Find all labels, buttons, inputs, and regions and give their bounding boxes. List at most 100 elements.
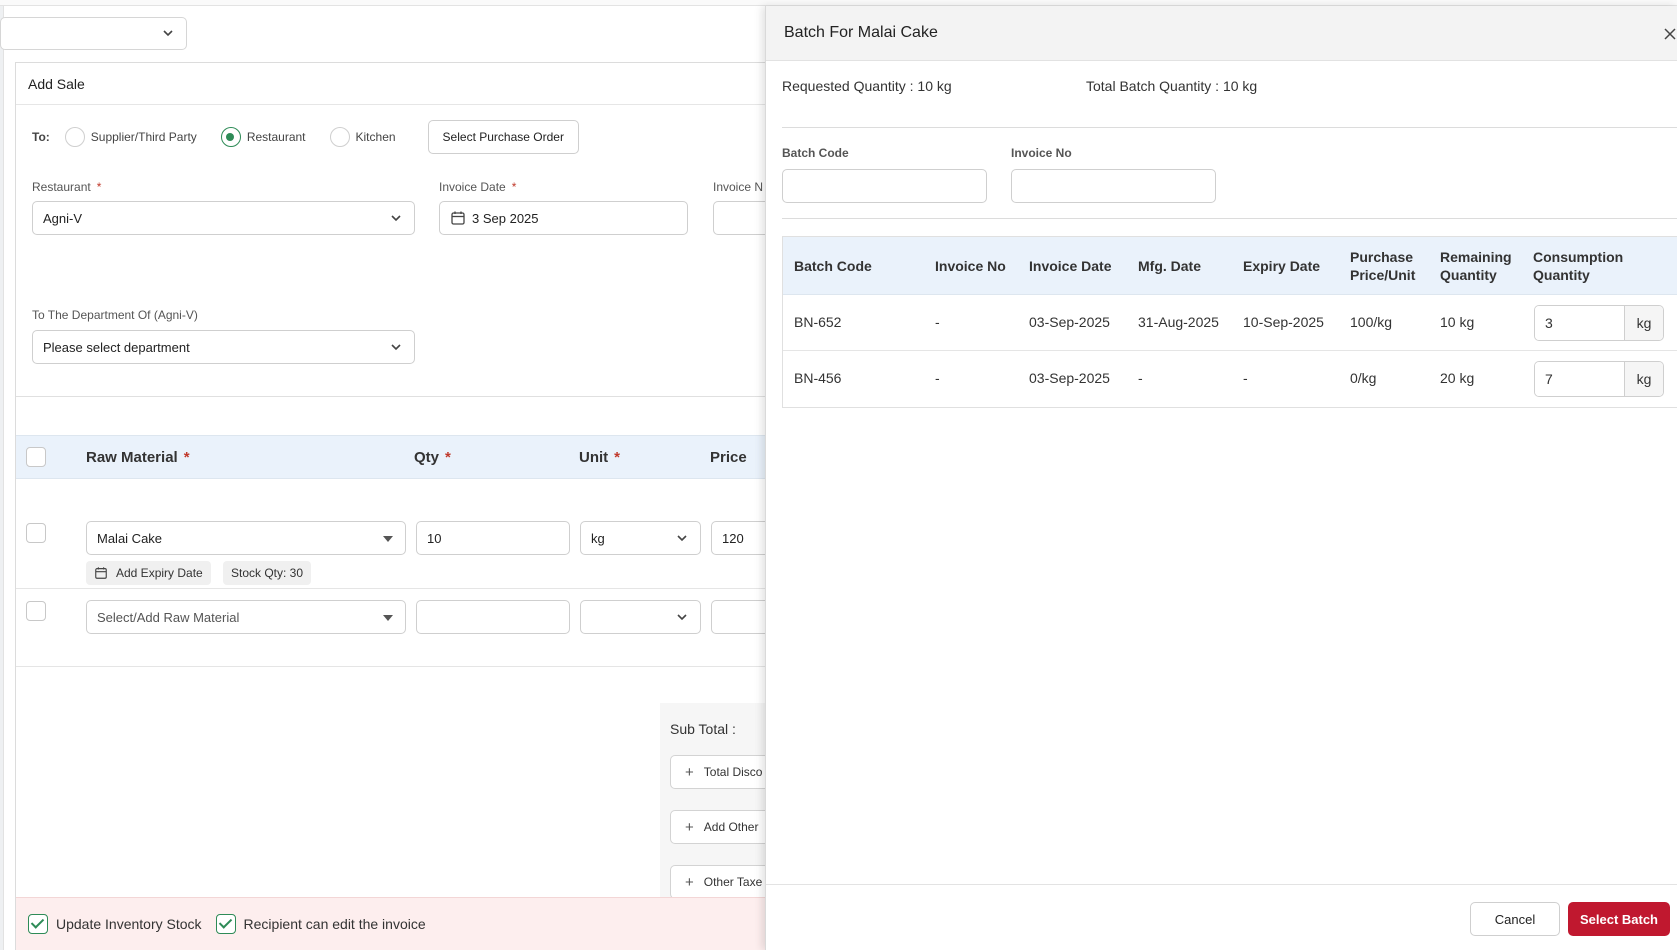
calendar-icon <box>450 210 466 226</box>
consumption-qty-input[interactable] <box>1535 362 1625 396</box>
header-invoice-date: Invoice Date <box>1029 258 1112 274</box>
raw-material-value: Malai Cake <box>97 530 163 546</box>
cell-batch-code: BN-652 <box>794 314 842 330</box>
invoice-no-filter-label: Invoice No <box>1011 146 1072 160</box>
qty-input[interactable]: 10 <box>416 521 570 555</box>
batch-row: BN-652 - 03-Sep-2025 31-Aug-2025 10-Sep-… <box>783 295 1677 351</box>
restaurant-value: Agni-V <box>43 210 83 226</box>
batch-code-filter-label: Batch Code <box>782 146 849 160</box>
batch-code-filter-input[interactable] <box>782 169 987 203</box>
form-footer: Update Inventory Stock Recipient can edi… <box>16 897 796 950</box>
qty-value: 10 <box>427 530 442 546</box>
qty-input[interactable] <box>416 600 570 634</box>
consumption-qty-group: kg <box>1534 305 1664 341</box>
cell-expiry-date: 10-Sep-2025 <box>1243 314 1324 330</box>
select-all-checkbox[interactable] <box>26 447 46 467</box>
unit-value: kg <box>591 530 605 546</box>
left-rail <box>0 6 4 950</box>
department-label: To The Department Of (Agni-V) <box>32 308 198 322</box>
update-inventory-checkbox[interactable] <box>28 914 48 934</box>
drawer-divider <box>782 127 1677 128</box>
invoice-date-input[interactable]: 3 Sep 2025 <box>439 201 688 235</box>
header-unit: Unit * <box>579 449 621 466</box>
drawer-divider <box>782 218 1677 219</box>
invoice-date-label: Invoice Date * <box>439 180 517 194</box>
cell-invoice-date: 03-Sep-2025 <box>1029 370 1110 386</box>
recipient-type-row: To: Supplier/Third Party Restaurant Kitc… <box>32 119 579 155</box>
header-remaining-qty: Remaining Quantity <box>1440 249 1512 283</box>
recipient-edit-option[interactable]: Recipient can edit the invoice <box>215 914 426 934</box>
header-price: Price <box>710 449 747 466</box>
price-value: 120 <box>722 530 744 546</box>
cell-price: 0/kg <box>1350 370 1377 386</box>
raw-material-placeholder: Select/Add Raw Material <box>97 609 240 625</box>
batch-table-header: Batch Code Invoice No Invoice Date Mfg. … <box>783 237 1677 295</box>
invoice-no-label: Invoice N <box>713 180 764 194</box>
department-select[interactable]: Please select department <box>32 330 415 364</box>
recipient-edit-checkbox[interactable] <box>215 914 236 934</box>
radio-restaurant[interactable]: Restaurant <box>220 127 306 147</box>
header-qty: Qty * <box>414 449 451 466</box>
top-select[interactable] <box>0 17 187 50</box>
panel-title: Add Sale <box>16 63 795 105</box>
consumption-qty-group: kg <box>1534 361 1664 397</box>
chevron-down-icon <box>391 344 401 351</box>
cell-batch-code: BN-456 <box>794 370 842 386</box>
header-mfg-date: Mfg. Date <box>1138 258 1201 274</box>
add-expiry-date-chip[interactable]: Add Expiry Date <box>86 561 211 585</box>
chevron-down-icon <box>677 614 687 621</box>
radio-supplier[interactable]: Supplier/Third Party <box>64 127 197 147</box>
plus-icon: + <box>685 818 694 836</box>
drawer-title: Batch For Malai Cake <box>784 24 938 41</box>
row-divider <box>16 588 796 589</box>
update-inventory-label: Update Inventory Stock <box>56 916 202 932</box>
invoice-no-filter-input[interactable] <box>1011 169 1216 203</box>
requested-quantity: Requested Quantity : 10 kg <box>782 78 952 94</box>
header-raw-material: Raw Material * <box>86 449 190 466</box>
header-batch-code: Batch Code <box>794 258 872 274</box>
batch-drawer: Batch For Malai Cake Requested Quantity … <box>765 6 1677 950</box>
close-icon[interactable] <box>1662 26 1677 42</box>
cancel-button[interactable]: Cancel <box>1470 902 1560 936</box>
unit-select[interactable]: kg <box>580 521 701 555</box>
radio-label: Restaurant <box>246 130 306 144</box>
row-checkbox[interactable] <box>26 601 46 621</box>
row-checkbox[interactable] <box>26 523 46 543</box>
radio-circle[interactable] <box>64 127 85 147</box>
consumption-unit: kg <box>1625 306 1663 340</box>
header-invoice-no: Invoice No <box>935 258 1006 274</box>
header-consumption-qty: Consumption Quantity <box>1533 249 1624 283</box>
cell-expiry-date: - <box>1243 370 1248 386</box>
total-batch-quantity: Total Batch Quantity : 10 kg <box>1086 78 1258 94</box>
recipient-edit-label: Recipient can edit the invoice <box>243 916 426 932</box>
radio-circle[interactable] <box>329 127 350 147</box>
row-divider <box>16 666 796 667</box>
restaurant-label: Restaurant * <box>32 180 102 194</box>
chevron-down-icon <box>677 535 687 542</box>
drawer-footer: Cancel Select Batch <box>766 884 1677 950</box>
cell-remaining: 20 kg <box>1440 370 1475 386</box>
plus-icon: + <box>685 763 694 781</box>
plus-icon: + <box>685 873 694 891</box>
header-expiry-date: Expiry Date <box>1243 258 1321 274</box>
department-placeholder: Please select department <box>43 339 190 355</box>
items-table-header: Raw Material * Qty * Unit * Price <box>16 435 796 479</box>
select-batch-button[interactable]: Select Batch <box>1568 902 1670 936</box>
select-purchase-order-button[interactable]: Select Purchase Order <box>427 120 579 154</box>
stock-qty-chip: Stock Qty: 30 <box>223 561 312 585</box>
invoice-date-value: 3 Sep 2025 <box>472 210 539 226</box>
consumption-qty-input[interactable] <box>1535 306 1625 340</box>
radio-circle-checked[interactable] <box>220 127 241 147</box>
chevron-down-icon <box>391 215 401 222</box>
chip-label: Stock Qty: 30 <box>231 566 304 580</box>
batch-table: Batch Code Invoice No Invoice Date Mfg. … <box>782 236 1677 408</box>
chip-label: Add Expiry Date <box>116 566 203 580</box>
unit-select[interactable] <box>580 600 701 634</box>
restaurant-select[interactable]: Agni-V <box>32 201 415 235</box>
radio-kitchen[interactable]: Kitchen <box>329 127 396 147</box>
cell-invoice-date: 03-Sep-2025 <box>1029 314 1110 330</box>
raw-material-select[interactable]: Select/Add Raw Material <box>86 600 406 634</box>
calendar-icon <box>94 566 108 580</box>
update-inventory-option[interactable]: Update Inventory Stock <box>28 914 202 934</box>
raw-material-select[interactable]: Malai Cake <box>86 521 406 555</box>
